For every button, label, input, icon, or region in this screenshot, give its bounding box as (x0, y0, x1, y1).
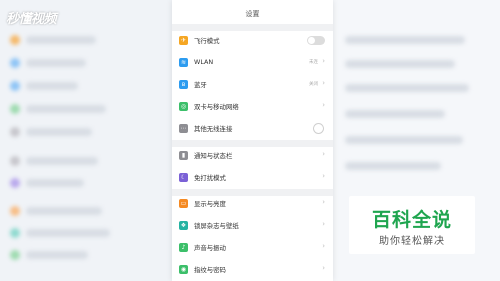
settings-item-label: 双卡与移动网络 (194, 103, 239, 111)
settings-item-do-not-disturb[interactable]: ☾ 免打扰模式 › (172, 167, 333, 189)
blurred-row (345, 60, 455, 68)
chevron-right-icon: › (322, 242, 325, 250)
settings-item-sound[interactable]: ♪ 声音与振动 › (172, 237, 333, 259)
chevron-right-icon: › (322, 101, 325, 109)
blurred-row (345, 36, 465, 44)
badge-subtitle: 助你轻松解决 (379, 236, 445, 247)
display-icon: ▭ (179, 199, 188, 208)
blurred-row (26, 251, 88, 259)
blurred-icon (10, 178, 20, 188)
settings-item-label: 声音与振动 (194, 244, 226, 252)
settings-panel: 设置 ✈ 飞行模式 ≋ WLAN 未连 › ʙ 蓝牙 关闭 › ◎ 双卡与移动网… (172, 0, 333, 281)
blurred-icon (10, 35, 20, 45)
blurred-row (345, 162, 441, 170)
wireless-icon: ⋯ (179, 124, 188, 133)
settings-item-other-wireless[interactable]: ⋯ 其他无线连接 (172, 118, 333, 140)
chevron-right-icon: › (322, 198, 325, 206)
settings-item-label: 飞行模式 (194, 37, 220, 45)
settings-item-wlan[interactable]: ≋ WLAN 未连 › (172, 52, 333, 74)
moon-icon: ☾ (179, 173, 188, 182)
chevron-right-icon: › (322, 79, 325, 87)
wifi-icon: ≋ (179, 58, 188, 67)
watermark-logo-left: 秒懂视频 (6, 12, 57, 27)
settings-item-label: 其他无线连接 (194, 125, 233, 133)
badge-title: 百科全说 (371, 209, 452, 231)
settings-item-dual-sim-network[interactable]: ◎ 双卡与移动网络 › (172, 96, 333, 118)
blurred-icon (10, 206, 20, 216)
blurred-icon (10, 81, 20, 91)
blurred-row (26, 36, 96, 44)
bluetooth-icon: ʙ (179, 80, 188, 89)
chevron-right-icon: › (322, 264, 325, 272)
blurred-row (26, 128, 92, 136)
settings-item-display[interactable]: ▭ 显示与亮度 › (172, 193, 333, 215)
blurred-icon (10, 228, 20, 238)
blurred-icon (10, 127, 20, 137)
sound-icon: ♪ (179, 243, 188, 252)
settings-item-airplane-mode[interactable]: ✈ 飞行模式 (172, 30, 333, 52)
blurred-row (26, 82, 78, 90)
other-wireless-radio[interactable] (313, 123, 324, 134)
chevron-right-icon: › (322, 150, 325, 158)
blurred-row (26, 229, 110, 237)
settings-item-label: 指纹与密码 (194, 266, 226, 274)
settings-item-value: 关闭 (309, 82, 318, 87)
blurred-row (345, 110, 445, 118)
blurred-icon (10, 250, 20, 260)
fingerprint-icon: ◉ (179, 265, 188, 274)
blurred-row (26, 105, 106, 113)
blurred-row (26, 179, 84, 187)
network-icon: ◎ (179, 102, 188, 111)
settings-item-value: 未连 (309, 60, 318, 65)
blurred-row (26, 207, 102, 215)
blurred-row (26, 59, 86, 67)
page-title: 设置 (245, 10, 260, 18)
chevron-right-icon: › (322, 57, 325, 65)
blurred-icon (10, 104, 20, 114)
settings-item-wallpaper[interactable]: ❖ 锁屏杂志与壁纸 › (172, 215, 333, 237)
chevron-right-icon: › (322, 220, 325, 228)
blurred-icon (10, 58, 20, 68)
settings-item-label: 锁屏杂志与壁纸 (194, 222, 239, 230)
blurred-row (345, 136, 463, 144)
blurred-icon (10, 156, 20, 166)
settings-item-label: 蓝牙 (194, 81, 207, 89)
settings-item-notifications[interactable]: ▮ 通知与状态栏 › (172, 145, 333, 167)
watermark-badge: 百科全说 助你轻松解决 (349, 196, 475, 254)
settings-item-label: 显示与亮度 (194, 200, 226, 208)
settings-item-bluetooth[interactable]: ʙ 蓝牙 关闭 › (172, 74, 333, 96)
notification-icon: ▮ (179, 151, 188, 160)
settings-item-label: 通知与状态栏 (194, 152, 233, 160)
settings-item-label: WLAN (194, 58, 214, 66)
chevron-right-icon: › (322, 172, 325, 180)
airplane-mode-toggle[interactable] (307, 36, 325, 45)
settings-item-label: 免打扰模式 (194, 174, 226, 182)
blurred-row (345, 84, 469, 92)
blurred-row (26, 157, 98, 165)
wallpaper-icon: ❖ (179, 221, 188, 230)
airplane-icon: ✈ (179, 36, 188, 45)
settings-item-fingerprint[interactable]: ◉ 指纹与密码 › (172, 259, 333, 281)
